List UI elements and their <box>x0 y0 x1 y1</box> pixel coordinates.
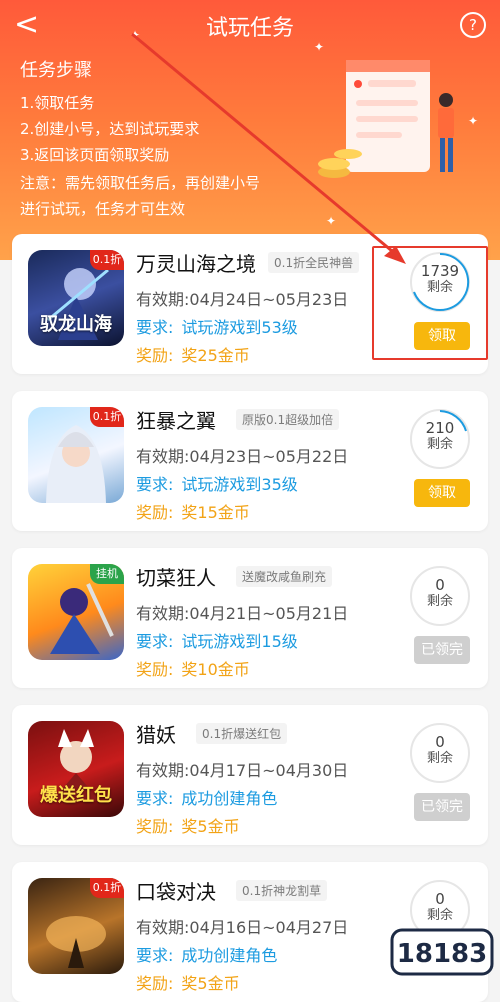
note-line-1: 注意：需先领取任务后，再创建小号 <box>20 174 261 192</box>
sparkle-icon: ✦ <box>314 40 325 54</box>
game-tag: 0.1折神龙割草 <box>236 880 328 901</box>
sword-hero-icon[interactable]: 0.1折 驭龙山海 <box>28 250 124 346</box>
task-card[interactable]: 爆送红包 猎妖 0.1折爆送红包 有效期:04月17日~04月30日 要求: 成功… <box>12 705 488 845</box>
sparkle-icon: ✦ <box>326 214 337 228</box>
discount-badge: 0.1折 <box>90 407 124 427</box>
game-name: 猎妖 <box>136 723 176 747</box>
angel-portrait-icon[interactable]: 0.1折 <box>28 407 124 503</box>
step-1: 1.领取任务 <box>20 94 95 112</box>
discount-badge: 0.1折 <box>90 878 124 898</box>
page-title: 试玩任务 <box>205 16 294 41</box>
svg-text:18183: 18183 <box>397 939 487 969</box>
claimed-out-button: 已领完 <box>414 793 470 821</box>
note-line-2: 进行试玩，任务才可生效 <box>20 200 186 218</box>
task-card[interactable]: 挂机 切菜狂人 送魔改咸鱼刷充 有效期:04月21日~05月21日 要求: 试玩游… <box>12 548 488 688</box>
sparkle-icon: ✦ <box>130 28 141 42</box>
highlight-box <box>372 246 488 360</box>
task-clipboard-illustration-icon <box>318 60 454 178</box>
requirement: 要求: 试玩游戏到35级 <box>136 475 298 494</box>
sparkle-icon: ✦ <box>468 114 479 128</box>
task-card[interactable]: 0.1折 狂暴之翼 原版0.1超级加倍 有效期:04月23日~05月22日 要求… <box>12 391 488 531</box>
valid-period: 有效期:04月16日~04月27日 <box>136 918 349 937</box>
idle-badge: 挂机 <box>90 564 124 584</box>
watermark-logo-icon: 18183 <box>390 922 494 980</box>
demon-hunter-icon[interactable]: 爆送红包 <box>28 721 124 817</box>
header: < 试玩任务 ? 任务步骤 1.领取任务 2.创建小号，达到试玩要求 3.返回该… <box>0 0 500 260</box>
help-icon[interactable]: ? <box>460 12 486 38</box>
remaining-counter: 0 剩余 <box>410 723 470 783</box>
valid-period: 有效期:04月23日~05月22日 <box>136 447 349 466</box>
valid-period: 有效期:04月21日~05月21日 <box>136 604 349 623</box>
game-tag: 0.1折爆送红包 <box>196 723 288 744</box>
icon-caption: 爆送红包 <box>40 785 112 806</box>
requirement: 要求: 试玩游戏到15级 <box>136 632 298 651</box>
remaining-counter: 210 剩余 <box>410 409 470 469</box>
step-3: 3.返回该页面领取奖励 <box>20 146 170 164</box>
game-name: 万灵山海之境 <box>136 252 256 276</box>
requirement: 要求: 成功创建角色 <box>136 946 278 965</box>
reward: 奖励: 奖5金币 <box>136 817 240 836</box>
icon-caption: 驭龙山海 <box>40 314 112 335</box>
reward: 奖励: 奖25金币 <box>136 346 250 365</box>
reward: 奖励: 奖10金币 <box>136 660 250 679</box>
discount-badge: 0.1折 <box>90 250 124 270</box>
valid-period: 有效期:04月17日~04月30日 <box>136 761 349 780</box>
game-tag: 0.1折全民神兽 <box>268 252 360 273</box>
step-2: 2.创建小号，达到试玩要求 <box>20 120 200 138</box>
game-tag: 原版0.1超级加倍 <box>236 409 340 430</box>
requirement: 要求: 成功创建角色 <box>136 789 278 808</box>
game-name: 口袋对决 <box>136 880 216 904</box>
game-name: 切菜狂人 <box>136 566 216 590</box>
task-steps: 任务步骤 1.领取任务 2.创建小号，达到试玩要求 3.返回该页面领取奖励 注意… <box>20 56 260 222</box>
reward: 奖励: 奖5金币 <box>136 974 240 993</box>
requirement: 要求: 试玩游戏到53级 <box>136 318 298 337</box>
game-tag: 送魔改咸鱼刷充 <box>236 566 333 587</box>
game-name: 狂暴之翼 <box>136 409 216 433</box>
battle-scene-icon[interactable]: 0.1折 <box>28 878 124 974</box>
remaining-counter: 0 剩余 <box>410 566 470 626</box>
claim-button[interactable]: 领取 <box>414 479 470 507</box>
warrior-icon[interactable]: 挂机 <box>28 564 124 660</box>
reward: 奖励: 奖15金币 <box>136 503 250 522</box>
steps-heading: 任务步骤 <box>20 60 92 81</box>
valid-period: 有效期:04月24日~05月23日 <box>136 290 349 309</box>
claimed-out-button: 已领完 <box>414 636 470 664</box>
